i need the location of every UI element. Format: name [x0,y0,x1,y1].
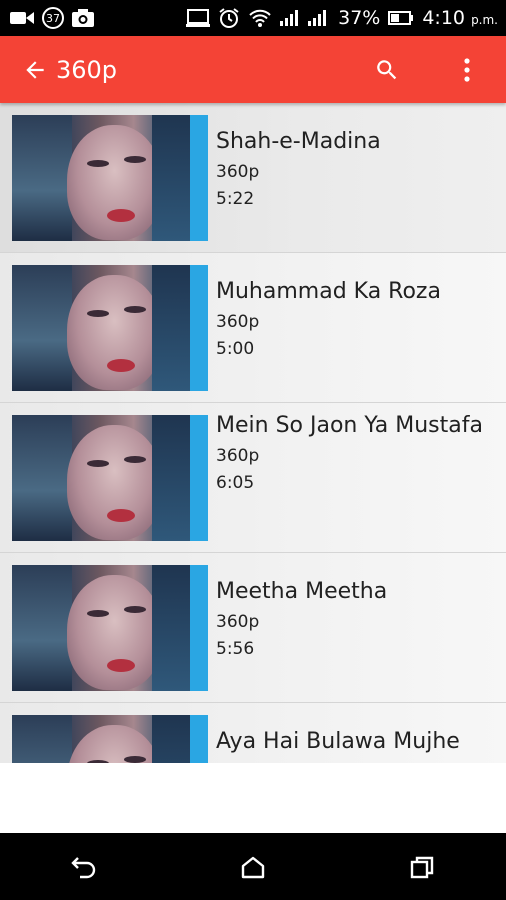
battery-icon [388,11,414,25]
home-icon [241,856,265,878]
status-bar-right: 37% 4:10 p.m. [186,7,498,29]
nav-home-button[interactable] [233,847,273,887]
arrow-back-icon [26,60,44,79]
signal-1-icon [280,10,300,26]
more-vert-icon [464,57,470,82]
video-duration: 6:05 [216,473,255,493]
video-item[interactable]: Muhammad Ka Roza 360p 5:00 [0,253,506,403]
video-duration: 5:22 [216,189,255,209]
video-item[interactable]: Aya Hai Bulawa Mujhe [0,703,506,763]
page-title: 360p [56,55,118,84]
clock-suffix: p.m. [471,13,498,27]
search-icon [377,59,397,79]
video-info: Muhammad Ka Roza 360p 5:00 [216,275,498,363]
video-quality: 360p [216,312,260,332]
video-quality: 360p [216,162,260,182]
video-title: Aya Hai Bulawa Mujhe [216,729,460,754]
video-camera-icon [10,10,34,26]
video-quality: 360p [216,446,260,466]
alarm-icon [218,7,240,29]
battery-percent: 37% [338,7,381,29]
back-button[interactable] [20,55,50,85]
video-item[interactable]: Mein So Jaon Ya Mustafa 360p 6:05 [0,403,506,553]
video-item[interactable]: Meetha Meetha 360p 5:56 [0,553,506,703]
clock-time: 4:10 [422,7,466,29]
status-bar-left: 37 [10,7,94,29]
video-list: Shah-e-Madina 360p 5:22 Muhammad Ka Roza… [0,103,506,763]
more-options-button[interactable] [452,55,482,85]
video-title: Meetha Meetha [216,579,388,604]
video-title: Muhammad Ka Roza [216,279,441,304]
navigation-bar [0,833,506,900]
video-item[interactable]: Shah-e-Madina 360p 5:22 [0,103,506,253]
list-footer-space [0,763,506,833]
video-thumbnail [12,565,208,691]
video-info: Meetha Meetha 360p 5:56 [216,575,498,663]
notification-count-badge: 37 [42,7,64,29]
camera-icon [72,9,94,27]
nav-recents-button[interactable] [402,847,442,887]
clock: 4:10 p.m. [422,7,498,29]
recents-icon [410,856,433,878]
video-thumbnail [12,265,208,391]
video-thumbnail [12,415,208,541]
status-bar: 37 37% 4:10 p.m. [0,0,506,36]
video-duration: 5:56 [216,639,255,659]
video-title: Mein So Jaon Ya Mustafa [216,413,483,438]
video-title: Shah-e-Madina [216,129,381,154]
search-button[interactable] [372,55,402,85]
video-info: Shah-e-Madina 360p 5:22 [216,125,498,213]
cast-screen-icon [186,9,211,27]
video-info: Mein So Jaon Ya Mustafa 360p 6:05 [216,409,498,497]
nav-back-button[interactable] [64,847,104,887]
app-bar: 360p [0,36,506,103]
video-thumbnail [12,115,208,241]
video-duration: 5:00 [216,339,255,359]
wifi-icon [248,8,272,28]
back-icon [71,856,96,878]
video-thumbnail [12,715,208,763]
video-info: Aya Hai Bulawa Mujhe [216,725,498,759]
video-quality: 360p [216,612,260,632]
signal-2-icon [308,10,330,26]
